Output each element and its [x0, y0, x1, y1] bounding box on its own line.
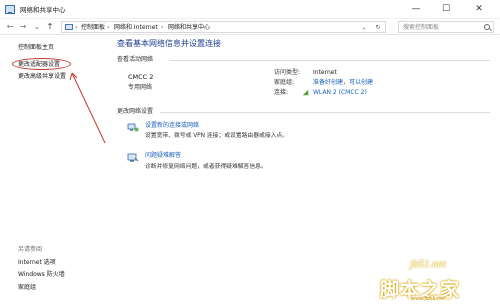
network-type: 专用网络	[128, 84, 153, 91]
breadcrumb-control-panel[interactable]: 控制面板	[81, 23, 105, 32]
breadcrumb-separator: ›	[75, 24, 78, 31]
sidebar: 控制面板主页 更改适配器设置 更改高级共享设置 另请参阅 Internet 选项…	[0, 36, 108, 305]
setup-connection-link[interactable]: 设置新的连接或网络	[145, 122, 199, 130]
back-icon[interactable]: ←	[5, 21, 15, 33]
breadcrumb-network-center[interactable]: 网络和共享中心	[168, 23, 210, 32]
search-icon[interactable]	[484, 24, 490, 30]
address-bar[interactable]: › 控制面板 › 网络和 Internet › 网络和共享中心 ⌄ ↻	[61, 21, 386, 33]
address-dropdown-icon[interactable]: ⌄	[359, 23, 369, 33]
annotation-circle	[12, 58, 71, 70]
breadcrumb-separator: ›	[107, 24, 110, 31]
title-bar: 网络和共享中心 — ☐ ✕	[0, 0, 500, 19]
watermark-url: www.Jb51.net	[411, 296, 446, 302]
forward-icon[interactable]: →	[18, 21, 28, 33]
section-divider	[160, 112, 490, 113]
homegroup-label: 家庭组:	[274, 79, 295, 86]
refresh-icon[interactable]: ↻	[373, 23, 383, 33]
change-settings-label: 更改网络设置	[117, 108, 154, 115]
access-type-label: 访问类型:	[274, 69, 301, 76]
active-networks-label: 查看活动网络	[117, 56, 154, 63]
address-row: ← → ⌄ ↑ › 控制面板 › 网络和 Internet › 网络和共享中心 …	[0, 19, 500, 35]
see-also-internet-options[interactable]: Internet 选项	[18, 259, 56, 267]
homegroup-link[interactable]: 准备好创建，可以创建	[313, 79, 373, 87]
see-also-windows-firewall[interactable]: Windows 防火墙	[18, 271, 65, 279]
network-name: CMCC 2	[128, 73, 154, 81]
maximize-button[interactable]: ☐	[435, 0, 457, 19]
network-center-icon	[5, 5, 15, 14]
wifi-signal-icon	[302, 89, 309, 96]
section-divider	[170, 60, 490, 61]
troubleshoot-desc: 诊断并修复网络问题，或者获得疑难解答信息。	[145, 164, 267, 170]
breadcrumb-network-internet[interactable]: 网络和 Internet	[114, 23, 158, 32]
window-title: 网络和共享中心	[20, 6, 66, 14]
page-title: 查看基本网络信息并设置连接	[117, 39, 221, 48]
access-type-value: Internet	[313, 69, 337, 76]
see-also-homegroup[interactable]: 家庭组	[18, 284, 36, 292]
network-setup-icon	[127, 123, 139, 132]
minimize-button[interactable]: —	[405, 0, 427, 19]
watermark-site: jb51.net	[410, 258, 446, 270]
search-box[interactable]: 搜索控制面板	[398, 21, 494, 33]
troubleshoot-icon	[127, 153, 139, 162]
recent-dropdown-icon[interactable]: ⌄	[32, 21, 42, 33]
breadcrumb-separator: ›	[161, 24, 164, 31]
sidebar-item-control-panel-home[interactable]: 控制面板主页	[18, 44, 54, 52]
close-button[interactable]: ✕	[468, 0, 490, 19]
connection-label: 连接:	[274, 89, 289, 96]
sidebar-item-advanced-sharing[interactable]: 更改高级共享设置	[18, 73, 66, 81]
setup-connection-desc: 设置宽带、拨号或 VPN 连接；或设置路由器或接入点。	[145, 133, 289, 139]
up-icon[interactable]: ↑	[45, 21, 55, 33]
troubleshoot-link[interactable]: 问题疑难解答	[145, 152, 181, 160]
control-panel-icon	[65, 24, 73, 30]
search-placeholder: 搜索控制面板	[403, 24, 440, 31]
connection-link[interactable]: WLAN 2 (CMCC 2)	[313, 89, 367, 97]
see-also-heading: 另请参阅	[18, 246, 43, 253]
